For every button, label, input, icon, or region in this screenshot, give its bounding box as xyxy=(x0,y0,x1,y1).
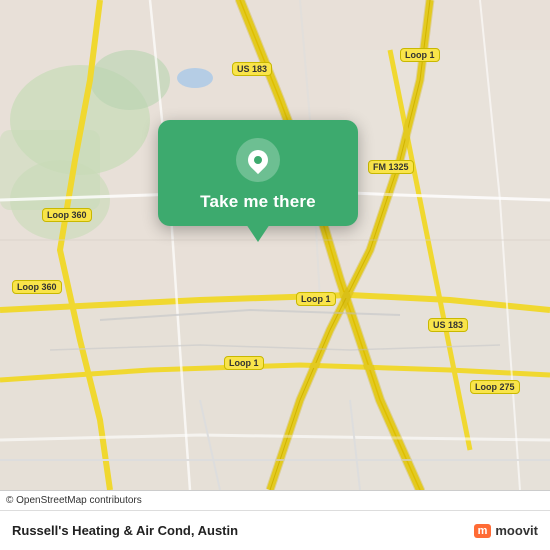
road-badge-us183-right: US 183 xyxy=(428,318,468,332)
pin-inner xyxy=(244,146,272,174)
location-info: Russell's Heating & Air Cond, Austin xyxy=(12,523,238,538)
road-badge-us183: US 183 xyxy=(232,62,272,76)
road-badge-loop1-bot: Loop 1 xyxy=(224,356,264,370)
road-badge-loop1-mid: Loop 1 xyxy=(296,292,336,306)
road-badge-loop360-top: Loop 360 xyxy=(42,208,92,222)
bottom-bar: Russell's Heating & Air Cond, Austin m m… xyxy=(0,510,550,550)
road-badge-loop275: Loop 275 xyxy=(470,380,520,394)
location-name: Russell's Heating & Air Cond, Austin xyxy=(12,523,238,538)
popup-card[interactable]: Take me there xyxy=(158,120,358,226)
road-badge-loop360-bot: Loop 360 xyxy=(12,280,62,294)
take-me-there-button[interactable]: Take me there xyxy=(200,192,316,212)
road-badge-fm1325: FM 1325 xyxy=(368,160,414,174)
osm-attribution: © OpenStreetMap contributors xyxy=(6,495,142,506)
moovit-text: moovit xyxy=(495,523,538,538)
map-view: US 183 Loop 1 Loop 1 Loop 1 FM 1325 Loop… xyxy=(0,0,550,490)
map-svg xyxy=(0,0,550,490)
moovit-logo: m moovit xyxy=(474,523,538,538)
location-pin-icon xyxy=(236,138,280,182)
location-name-text: Russell's Heating & Air Cond xyxy=(12,523,191,538)
attribution-bar: © OpenStreetMap contributors xyxy=(0,490,550,510)
location-city-text: Austin xyxy=(198,523,238,538)
road-badge-loop1-top: Loop 1 xyxy=(400,48,440,62)
moovit-icon: m xyxy=(474,524,492,538)
